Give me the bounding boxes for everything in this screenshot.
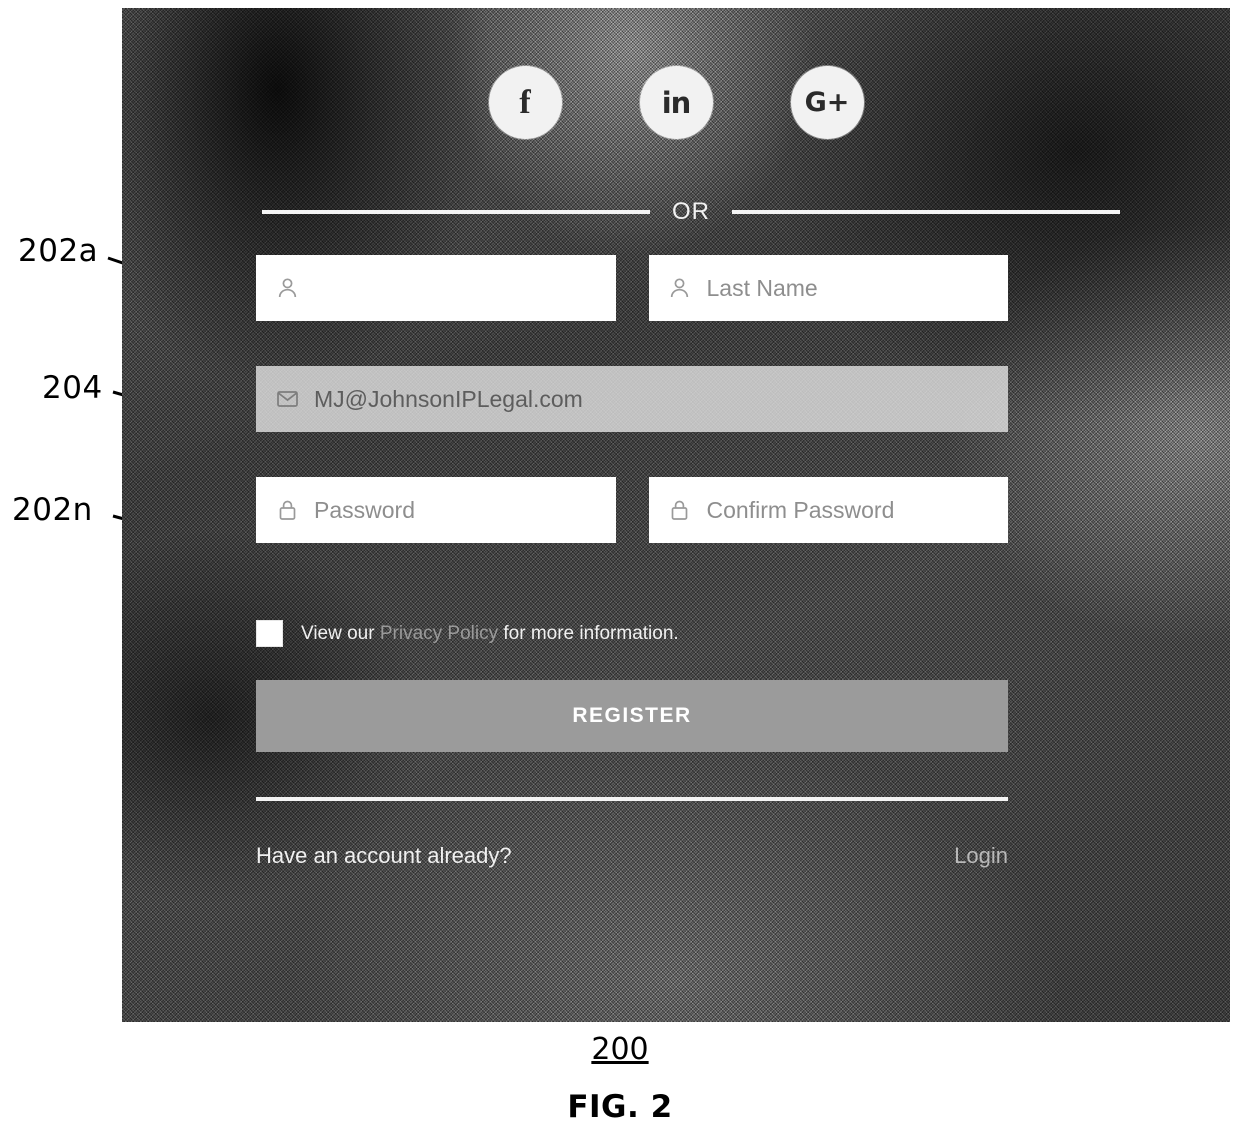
privacy-policy-row: View our Privacy Policy for more informa…: [256, 620, 1008, 647]
privacy-text-before: View our: [301, 622, 380, 644]
confirm-password-field[interactable]: Confirm Password: [648, 477, 1008, 543]
person-icon: [270, 273, 304, 303]
reference-label-202a: 202a: [18, 233, 99, 269]
googleplus-login-button[interactable]: G+: [790, 66, 864, 139]
privacy-policy-checkbox[interactable]: [256, 620, 283, 647]
registration-form: Last Name MJ@JohnsonIPLegal.com Password: [256, 255, 1008, 588]
privacy-text-after: for more information.: [498, 622, 679, 644]
social-login-row: f in G+: [122, 66, 1230, 139]
footer-divider: [256, 797, 1008, 801]
password-field[interactable]: Password: [256, 477, 616, 543]
registration-screen: f in G+ OR Last Name MJ@JohnsonIPLegal.c…: [122, 8, 1230, 1022]
confirm-password-placeholder: Confirm Password: [706, 496, 895, 523]
register-button[interactable]: REGISTER: [256, 680, 1008, 752]
person-icon: [663, 273, 697, 303]
email-field[interactable]: MJ@JohnsonIPLegal.com: [256, 366, 1008, 432]
facebook-icon: f: [519, 83, 531, 121]
divider-line-right: [732, 210, 1120, 214]
password-placeholder: Password: [314, 496, 415, 523]
or-divider: OR: [262, 198, 1120, 226]
reference-label-202n: 202n: [12, 492, 93, 528]
login-link[interactable]: Login: [954, 843, 1008, 869]
privacy-policy-link[interactable]: Privacy Policy: [380, 623, 498, 644]
figure-caption: 200 FIG. 2: [0, 1032, 1240, 1125]
linkedin-icon: in: [661, 85, 692, 120]
google-plus-icon: G+: [804, 87, 850, 118]
figure-title: FIG. 2: [567, 1089, 673, 1125]
divider-line-left: [262, 210, 650, 214]
figure-number: 200: [591, 1032, 649, 1067]
first-name-field[interactable]: [256, 255, 616, 321]
last-name-placeholder: Last Name: [706, 274, 818, 301]
email-row: MJ@JohnsonIPLegal.com: [256, 366, 1008, 432]
existing-account-prompt: Have an account already?: [256, 843, 512, 868]
lock-icon: [663, 495, 697, 525]
envelope-icon: [270, 384, 304, 414]
email-value: MJ@JohnsonIPLegal.com: [314, 385, 583, 412]
footer-row: Have an account already? Login: [256, 843, 1008, 869]
privacy-policy-text: View our Privacy Policy for more informa…: [301, 623, 679, 645]
password-row: Password Confirm Password: [256, 477, 1008, 543]
lock-icon: [270, 495, 304, 525]
name-row: Last Name: [256, 255, 1008, 321]
divider-label: OR: [672, 198, 710, 225]
reference-label-204: 204: [42, 370, 103, 406]
last-name-field[interactable]: Last Name: [648, 255, 1008, 321]
facebook-login-button[interactable]: f: [488, 66, 562, 139]
register-button-label: REGISTER: [572, 704, 692, 727]
linkedin-login-button[interactable]: in: [639, 66, 713, 139]
